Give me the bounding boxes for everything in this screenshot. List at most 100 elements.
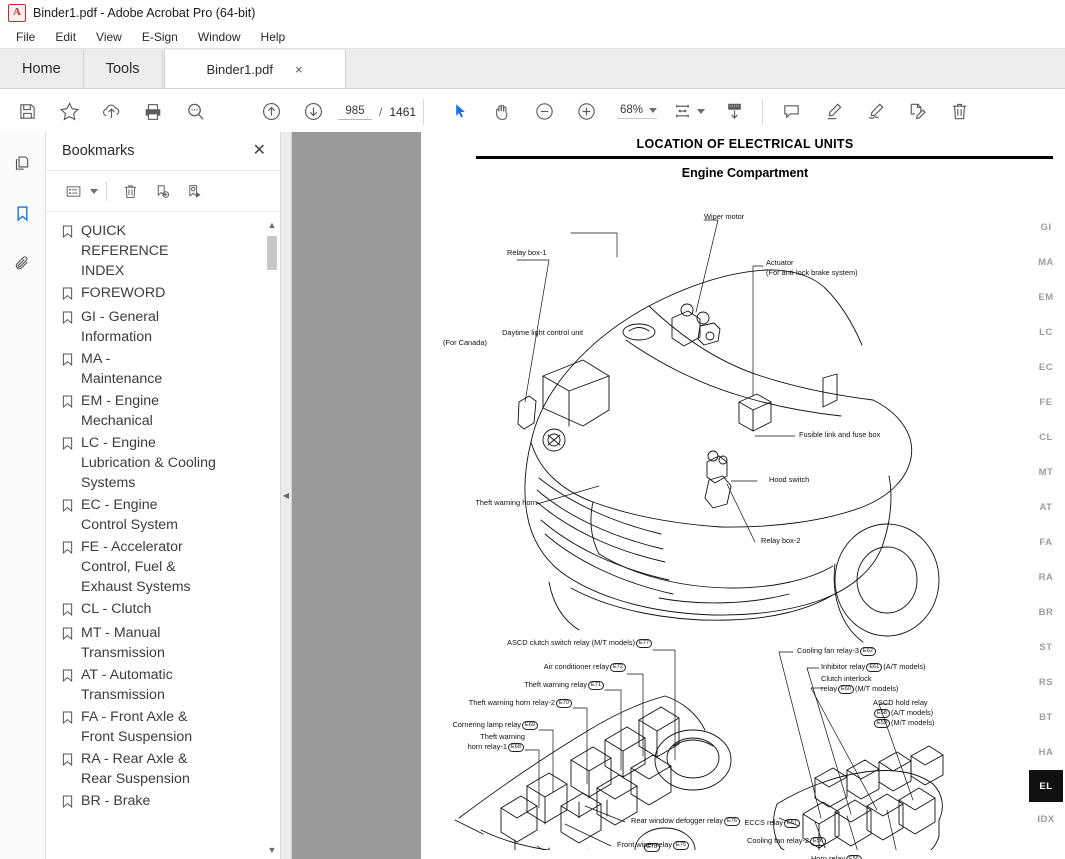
index-tab-el[interactable]: EL <box>1029 770 1063 802</box>
list-item[interactable]: MA - Maintenance <box>46 348 280 390</box>
index-tab-at[interactable]: AT <box>1029 490 1063 525</box>
scrollbar-thumb[interactable] <box>267 236 277 270</box>
plus-circle-icon[interactable] <box>565 95 607 129</box>
index-tab-ha[interactable]: HA <box>1029 735 1063 770</box>
page-thumbnails-icon[interactable] <box>8 148 38 178</box>
label-cooling-fan-relay-3: Cooling fan relay-3 E62 <box>797 646 877 656</box>
index-tab-fe[interactable]: FE <box>1029 385 1063 420</box>
index-tab-rs[interactable]: RS <box>1029 665 1063 700</box>
list-item[interactable]: EC - Engine Control System <box>46 494 280 536</box>
index-tab-bt[interactable]: BT <box>1029 700 1063 735</box>
list-item[interactable]: GI - General Information <box>46 306 280 348</box>
hand-icon[interactable] <box>481 95 523 129</box>
index-tab-lc[interactable]: LC <box>1029 315 1063 350</box>
zoom-level-value: 68% <box>620 104 644 116</box>
page-number-input[interactable] <box>338 103 372 120</box>
document-viewport[interactable]: LOCATION OF ELECTRICAL UNITS Engine Comp… <box>292 132 1065 859</box>
index-tab-ec[interactable]: EC <box>1029 350 1063 385</box>
print-icon[interactable] <box>132 95 174 129</box>
sign-icon[interactable] <box>854 95 896 129</box>
bookmark-options-chevron-down-icon[interactable] <box>90 188 98 194</box>
title-bar: A Binder1.pdf - Adobe Acrobat Pro (64-bi… <box>0 0 1065 26</box>
trash-icon[interactable] <box>938 95 980 129</box>
list-item[interactable]: FA - Front Axle & Front Suspension <box>46 706 280 748</box>
bookmark-label: FA - Front Axle & Front Suspension <box>81 709 193 745</box>
comment-icon[interactable] <box>770 95 812 129</box>
list-item[interactable]: LC - Engine Lubrication & Cooling System… <box>46 432 280 494</box>
bookmark-label: LC - Engine Lubrication & Cooling System… <box>81 435 216 491</box>
menu-edit[interactable]: Edit <box>45 28 86 46</box>
bookmarks-scrollbar[interactable]: ▲ ▼ <box>266 218 278 857</box>
list-item[interactable]: FE - Accelerator Control, Fuel & Exhaust… <box>46 536 280 598</box>
label-horn-relay: Horn relay E55 <box>729 854 863 859</box>
index-tab-fa[interactable]: FA <box>1029 525 1063 560</box>
new-bookmark-icon[interactable] <box>147 177 177 205</box>
tab-document-binder1[interactable]: Binder1.pdf × <box>163 50 346 88</box>
index-tab-cl[interactable]: CL <box>1029 420 1063 455</box>
page-separator: / <box>379 104 383 119</box>
bookmarks-list[interactable]: QUICK REFERENCE INDEX FOREWORD GI - Gene… <box>46 212 280 859</box>
bookmark-icon <box>62 753 73 771</box>
save-icon[interactable] <box>6 95 48 129</box>
menu-bar: File Edit View E-Sign Window Help <box>0 26 1065 49</box>
bookmark-icon <box>62 795 73 813</box>
menu-view[interactable]: View <box>86 28 132 46</box>
list-item[interactable]: AT - Automatic Transmission <box>46 664 280 706</box>
index-tab-st[interactable]: ST <box>1029 630 1063 665</box>
tab-home[interactable]: Home <box>0 50 84 88</box>
index-tab-ma[interactable]: MA <box>1029 245 1063 280</box>
arrow-up-circle-icon[interactable] <box>250 95 292 129</box>
index-tab-gi[interactable]: GI <box>1029 210 1063 245</box>
highlighter-icon[interactable] <box>812 95 854 129</box>
list-item[interactable]: CL - Clutch <box>46 598 280 622</box>
list-item[interactable]: EM - Engine Mechanical <box>46 390 280 432</box>
single-page-icon[interactable] <box>713 95 755 129</box>
scroll-down-icon[interactable]: ▼ <box>266 843 278 857</box>
cursor-icon[interactable] <box>439 95 481 129</box>
list-item[interactable]: FOREWORD <box>46 282 280 306</box>
scroll-up-icon[interactable]: ▲ <box>266 218 278 232</box>
acrobat-window: A Binder1.pdf - Adobe Acrobat Pro (64-bi… <box>0 0 1065 859</box>
panel-collapse-handle[interactable]: ◀ <box>281 132 292 859</box>
close-icon[interactable]: ✕ <box>253 143 266 159</box>
fit-page-chevron-down-icon[interactable] <box>697 109 706 114</box>
bookmark-icon[interactable] <box>8 198 38 228</box>
menu-help[interactable]: Help <box>251 28 296 46</box>
search-icon[interactable] <box>174 95 216 129</box>
label-clutch-interlock-relay: Clutch interlock relay E60 (M/T models) <box>821 674 899 694</box>
chevron-down-icon[interactable] <box>649 107 658 113</box>
edit-pdf-icon[interactable] <box>896 95 938 129</box>
edit-bookmark-icon[interactable] <box>179 177 209 205</box>
tab-strip: Home Tools Binder1.pdf × <box>0 49 1065 89</box>
zoom-control[interactable]: 68% <box>617 104 658 119</box>
index-tab-br[interactable]: BR <box>1029 595 1063 630</box>
menu-window[interactable]: Window <box>188 28 251 46</box>
index-tab-mt[interactable]: MT <box>1029 455 1063 490</box>
minus-circle-icon[interactable] <box>523 95 565 129</box>
title-rule <box>476 156 1053 159</box>
menu-esign[interactable]: E-Sign <box>132 28 188 46</box>
pdf-page: LOCATION OF ELECTRICAL UNITS Engine Comp… <box>421 132 1065 859</box>
bookmark-icon <box>62 627 73 645</box>
bookmark-label: FOREWORD <box>81 285 166 301</box>
list-item[interactable]: MT - Manual Transmission <box>46 622 280 664</box>
list-item[interactable]: RA - Rear Axle & Rear Suspension <box>46 748 280 790</box>
bookmark-options-icon[interactable] <box>58 177 88 205</box>
menu-file[interactable]: File <box>6 28 45 46</box>
trash-icon[interactable] <box>115 177 145 205</box>
label-cornering-lamp-relay: Cornering lamp relay E69 <box>421 720 539 730</box>
bookmark-icon <box>62 499 73 517</box>
index-tab-em[interactable]: EM <box>1029 280 1063 315</box>
paperclip-icon[interactable] <box>8 248 38 278</box>
star-icon[interactable] <box>48 95 90 129</box>
list-item[interactable]: BR - Brake <box>46 790 280 814</box>
list-item[interactable]: QUICK REFERENCE INDEX <box>46 220 280 282</box>
arrow-down-circle-icon[interactable] <box>292 95 334 129</box>
left-rail <box>0 132 46 859</box>
close-icon[interactable]: × <box>295 63 303 76</box>
tab-tools[interactable]: Tools <box>83 50 163 88</box>
upload-cloud-icon[interactable] <box>90 95 132 129</box>
index-tab-idx[interactable]: IDX <box>1029 802 1063 837</box>
index-tab-ra[interactable]: RA <box>1029 560 1063 595</box>
bookmark-icon <box>62 711 73 729</box>
